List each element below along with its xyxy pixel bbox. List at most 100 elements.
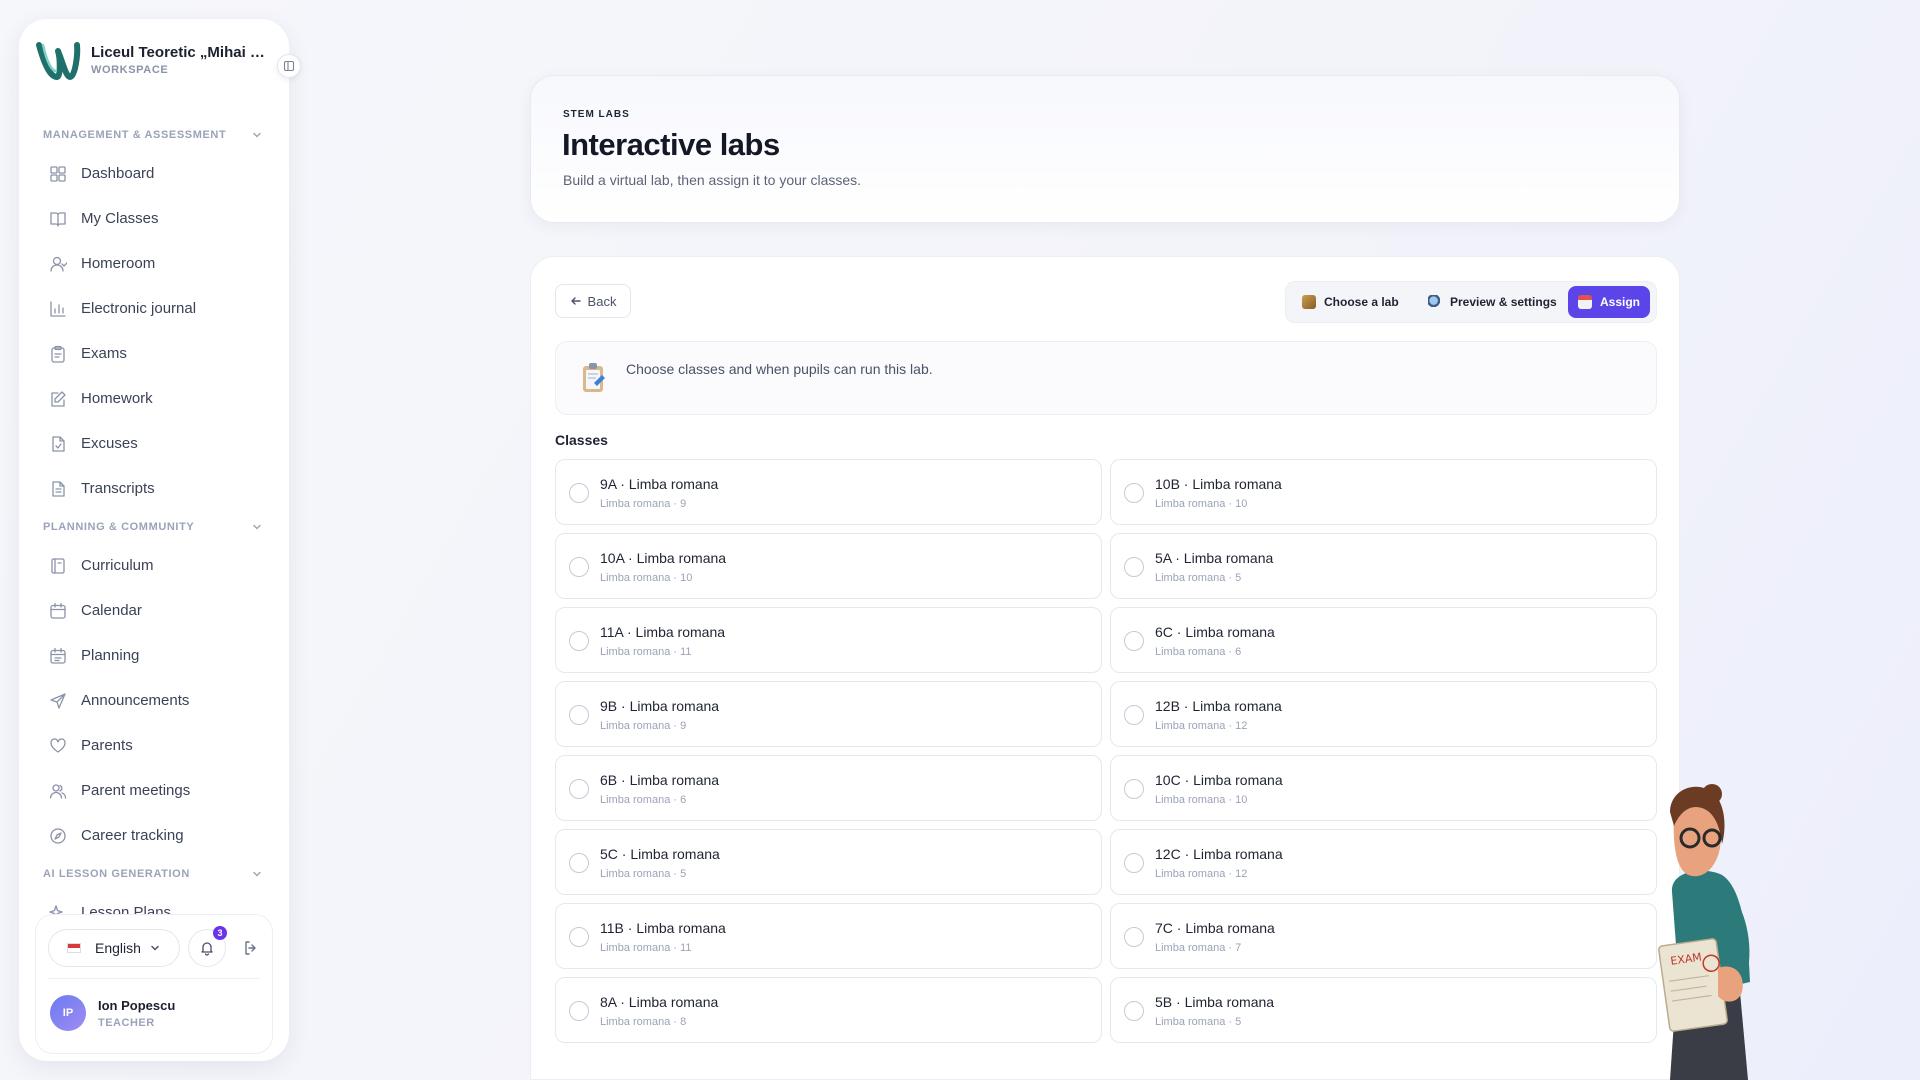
sidebar-item-label: My Classes xyxy=(81,210,159,227)
class-subject: Limba romana · 12 xyxy=(1155,868,1248,880)
sidebar-item-parents[interactable]: Parents xyxy=(19,723,289,768)
clipboard-icon xyxy=(583,363,605,392)
step-assign[interactable]: Assign xyxy=(1568,286,1651,318)
class-option[interactable]: 5C · Limba romana Limba romana · 5 xyxy=(555,829,1102,895)
class-checkbox[interactable] xyxy=(1124,557,1144,577)
class-option[interactable]: 12C · Limba romana Limba romana · 12 xyxy=(1110,829,1657,895)
section-header[interactable]: PLANNING & COMMUNITY xyxy=(19,511,289,543)
class-name: 5B · Limba romana xyxy=(1155,994,1275,1010)
sidebar-item-label: Dashboard xyxy=(81,165,155,182)
sidebar-item-label: Exams xyxy=(81,345,127,362)
sidebar-item-homework[interactable]: Homework xyxy=(19,376,289,421)
arrow-left-icon xyxy=(570,297,581,305)
section-title: MANAGEMENT & ASSESSMENT xyxy=(43,129,227,141)
class-checkbox[interactable] xyxy=(1124,705,1144,725)
class-name: 5C · Limba romana xyxy=(600,846,720,862)
sidebar-item-my-classes[interactable]: My Classes xyxy=(19,196,289,241)
class-checkbox[interactable] xyxy=(569,779,589,799)
class-checkbox[interactable] xyxy=(1124,927,1144,947)
sidebar-item-planning[interactable]: Planning xyxy=(19,633,289,678)
class-option[interactable]: 5B · Limba romana Limba romana · 5 xyxy=(1110,977,1657,1043)
class-name: 12B · Limba romana xyxy=(1155,698,1282,714)
notifications-button[interactable]: 3 xyxy=(188,926,227,967)
sidebar-item-label: Announcements xyxy=(81,692,190,709)
sidebar-item-curriculum[interactable]: Curriculum xyxy=(19,543,289,588)
class-subject: Limba romana · 10 xyxy=(1155,794,1248,806)
chevron-down-icon xyxy=(253,132,261,138)
notification-count-badge: 3 xyxy=(213,926,227,940)
sidebar-item-label: Calendar xyxy=(81,602,142,619)
sidebar-item-label: Transcripts xyxy=(81,480,155,497)
class-name: 11B · Limba romana xyxy=(600,920,726,936)
sidebar-item-transcripts[interactable]: Transcripts xyxy=(19,466,289,511)
class-checkbox[interactable] xyxy=(569,631,589,651)
sidebar-item-label: Electronic journal xyxy=(81,300,197,317)
class-name: 5A · Limba romana xyxy=(1155,550,1274,566)
class-option[interactable]: 12B · Limba romana Limba romana · 12 xyxy=(1110,681,1657,747)
class-checkbox[interactable] xyxy=(1124,779,1144,799)
class-subject: Limba romana · 5 xyxy=(1155,572,1242,584)
logout-icon[interactable] xyxy=(242,939,260,957)
sidebar-item-homeroom[interactable]: Homeroom xyxy=(19,241,289,286)
sidebar-item-lesson-plans[interactable]: Lesson Plans xyxy=(19,890,289,917)
class-option[interactable]: 9B · Limba romana Limba romana · 9 xyxy=(555,681,1102,747)
class-option[interactable]: 7C · Limba romana Limba romana · 7 xyxy=(1110,903,1657,969)
clipboard-icon xyxy=(51,345,65,363)
class-checkbox[interactable] xyxy=(569,853,589,873)
sidebar-footer: English 3 IP Ion Popescu TEACHER xyxy=(35,914,273,1054)
sidebar-item-calendar[interactable]: Calendar xyxy=(19,588,289,633)
sidebar-item-electronic-journal[interactable]: Electronic journal xyxy=(19,286,289,331)
file-check-icon xyxy=(52,435,65,452)
workspace-header[interactable]: Liceul Teoretic „Mihai Emi... WORKSPACE xyxy=(35,37,275,83)
class-checkbox[interactable] xyxy=(569,705,589,725)
class-option[interactable]: 11A · Limba romana Limba romana · 11 xyxy=(555,607,1102,673)
step-preview-settings[interactable]: Preview & settings xyxy=(1418,286,1567,318)
chevron-down-icon xyxy=(253,871,261,877)
class-option[interactable]: 6C · Limba romana Limba romana · 6 xyxy=(1110,607,1657,673)
class-checkbox[interactable] xyxy=(569,557,589,577)
class-subject: Limba romana · 6 xyxy=(600,794,687,806)
avatar[interactable]: IP xyxy=(50,995,86,1031)
lab-icon xyxy=(1302,295,1316,309)
collapse-sidebar-button[interactable] xyxy=(277,54,301,78)
class-checkbox[interactable] xyxy=(569,927,589,947)
sidebar-item-label: Career tracking xyxy=(81,827,184,844)
section-header[interactable]: AI LESSON GENERATION xyxy=(19,858,289,890)
section-header[interactable]: MANAGEMENT & ASSESSMENT xyxy=(19,119,289,151)
class-option[interactable]: 8A · Limba romana Limba romana · 8 xyxy=(555,977,1102,1043)
class-option[interactable]: 10B · Limba romana Limba romana · 10 xyxy=(1110,459,1657,525)
bell-icon xyxy=(201,942,213,956)
user-role: TEACHER xyxy=(98,1017,155,1029)
file-text-icon xyxy=(52,480,65,497)
class-option[interactable]: 10A · Limba romana Limba romana · 10 xyxy=(555,533,1102,599)
step-choose-lab[interactable]: Choose a lab xyxy=(1292,286,1409,318)
sidebar-item-announcements[interactable]: Announcements xyxy=(19,678,289,723)
sidebar-item-excuses[interactable]: Excuses xyxy=(19,421,289,466)
class-option[interactable]: 11B · Limba romana Limba romana · 11 xyxy=(555,903,1102,969)
class-checkbox[interactable] xyxy=(1124,853,1144,873)
sidebar-item-dashboard[interactable]: Dashboard xyxy=(19,151,289,196)
back-button[interactable]: Back xyxy=(555,284,631,318)
teacher-mascot-illustration: EXAM xyxy=(1658,784,1750,1080)
class-option[interactable]: 9A · Limba romana Limba romana · 9 xyxy=(555,459,1102,525)
sidebar-item-parent-meetings[interactable]: Parent meetings xyxy=(19,768,289,813)
class-name: 6C · Limba romana xyxy=(1155,624,1275,640)
sidebar-item-career-tracking[interactable]: Career tracking xyxy=(19,813,289,858)
sidebar-item-exams[interactable]: Exams xyxy=(19,331,289,376)
class-checkbox[interactable] xyxy=(1124,631,1144,651)
class-option[interactable]: 6B · Limba romana Limba romana · 6 xyxy=(555,755,1102,821)
edit-icon xyxy=(51,390,66,407)
language-selector[interactable]: English xyxy=(48,929,180,967)
class-option[interactable]: 10C · Limba romana Limba romana · 10 xyxy=(1110,755,1657,821)
class-name: 11A · Limba romana xyxy=(600,624,726,640)
class-checkbox[interactable] xyxy=(569,483,589,503)
magnifier-icon xyxy=(1428,295,1442,309)
class-subject: Limba romana · 9 xyxy=(600,498,687,510)
class-checkbox[interactable] xyxy=(1124,483,1144,503)
class-checkbox[interactable] xyxy=(1124,1001,1144,1021)
class-option[interactable]: 5A · Limba romana Limba romana · 5 xyxy=(1110,533,1657,599)
class-checkbox[interactable] xyxy=(569,1001,589,1021)
language-label: English xyxy=(95,940,141,956)
sidebar-nav: MANAGEMENT & ASSESSMENT Dashboard My Class… xyxy=(19,119,289,917)
user-name: Ion Popescu xyxy=(98,998,176,1013)
